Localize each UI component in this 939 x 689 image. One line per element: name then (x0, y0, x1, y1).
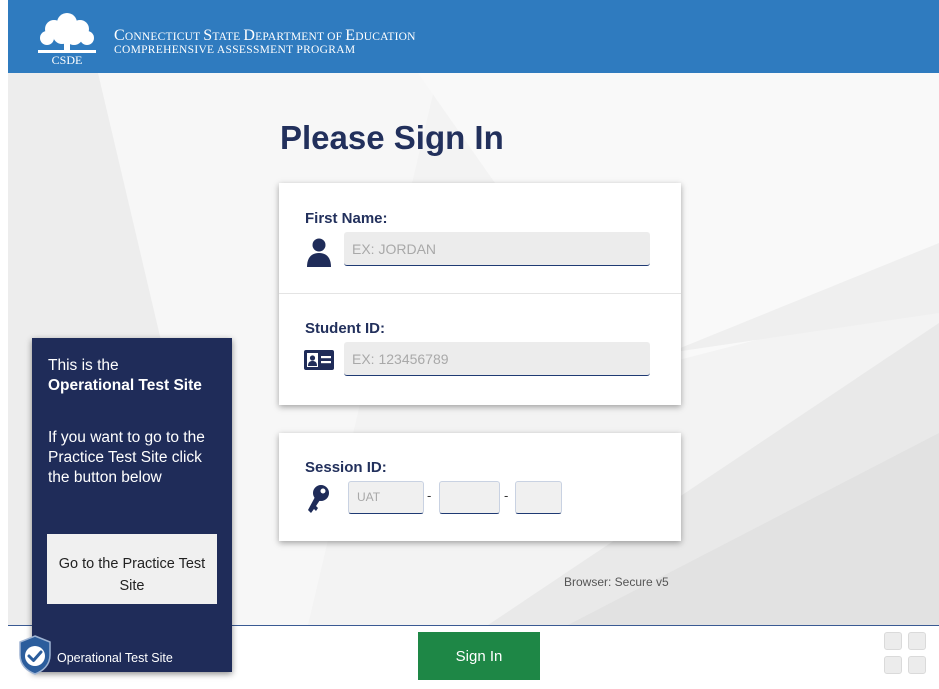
session-id-part-1-input[interactable] (439, 481, 500, 514)
header-bar: CSDE CONNECTICUT STATE DEPARTMENT OF EDU… (8, 0, 939, 73)
grid-menu-icon[interactable] (908, 656, 926, 674)
panel-site-name: Operational Test Site (48, 377, 202, 394)
browser-info: Browser: Secure v5 (564, 575, 669, 589)
session-prefix-field: UAT (348, 481, 424, 514)
key-icon (308, 485, 329, 513)
first-name-input[interactable] (344, 232, 650, 266)
org-subtitle: COMPREHENSIVE ASSESSMENT PROGRAM (114, 44, 356, 56)
left-margin (0, 0, 8, 689)
session-separator: - (504, 488, 509, 503)
id-card-icon (304, 350, 334, 370)
session-card: Session ID: UAT - - (279, 433, 681, 541)
site-info-panel: This is the Operational Test Site If you… (32, 338, 232, 672)
card-divider (279, 293, 681, 294)
panel-instructions: If you want to go to the Practice Test S… (48, 429, 205, 486)
student-id-label: Student ID: (305, 320, 385, 337)
grid-menu-icon[interactable] (884, 656, 902, 674)
student-id-input[interactable] (344, 342, 650, 376)
panel-intro-text: This is the (48, 357, 119, 374)
session-id-part-2-input[interactable] (515, 481, 562, 514)
csde-logo-icon: CSDE (38, 13, 96, 66)
sign-in-button[interactable]: Sign In (418, 632, 540, 680)
shield-check-icon (19, 635, 51, 675)
svg-text:CSDE: CSDE (52, 53, 83, 66)
session-id-label: Session ID: (305, 459, 387, 476)
org-title: CONNECTICUT STATE DEPARTMENT OF EDUCATIO… (114, 27, 416, 44)
first-name-label: First Name: (305, 210, 388, 227)
site-label: Operational Test Site (57, 651, 173, 665)
session-separator: - (427, 488, 432, 503)
sign-in-card: First Name: Student ID: (279, 183, 681, 405)
page-title: Please Sign In (280, 119, 504, 156)
grid-menu-icon[interactable] (908, 632, 926, 650)
grid-menu-icon[interactable] (884, 632, 902, 650)
practice-site-button[interactable]: Go to the Practice Test Site (47, 534, 217, 604)
person-icon (307, 238, 331, 267)
